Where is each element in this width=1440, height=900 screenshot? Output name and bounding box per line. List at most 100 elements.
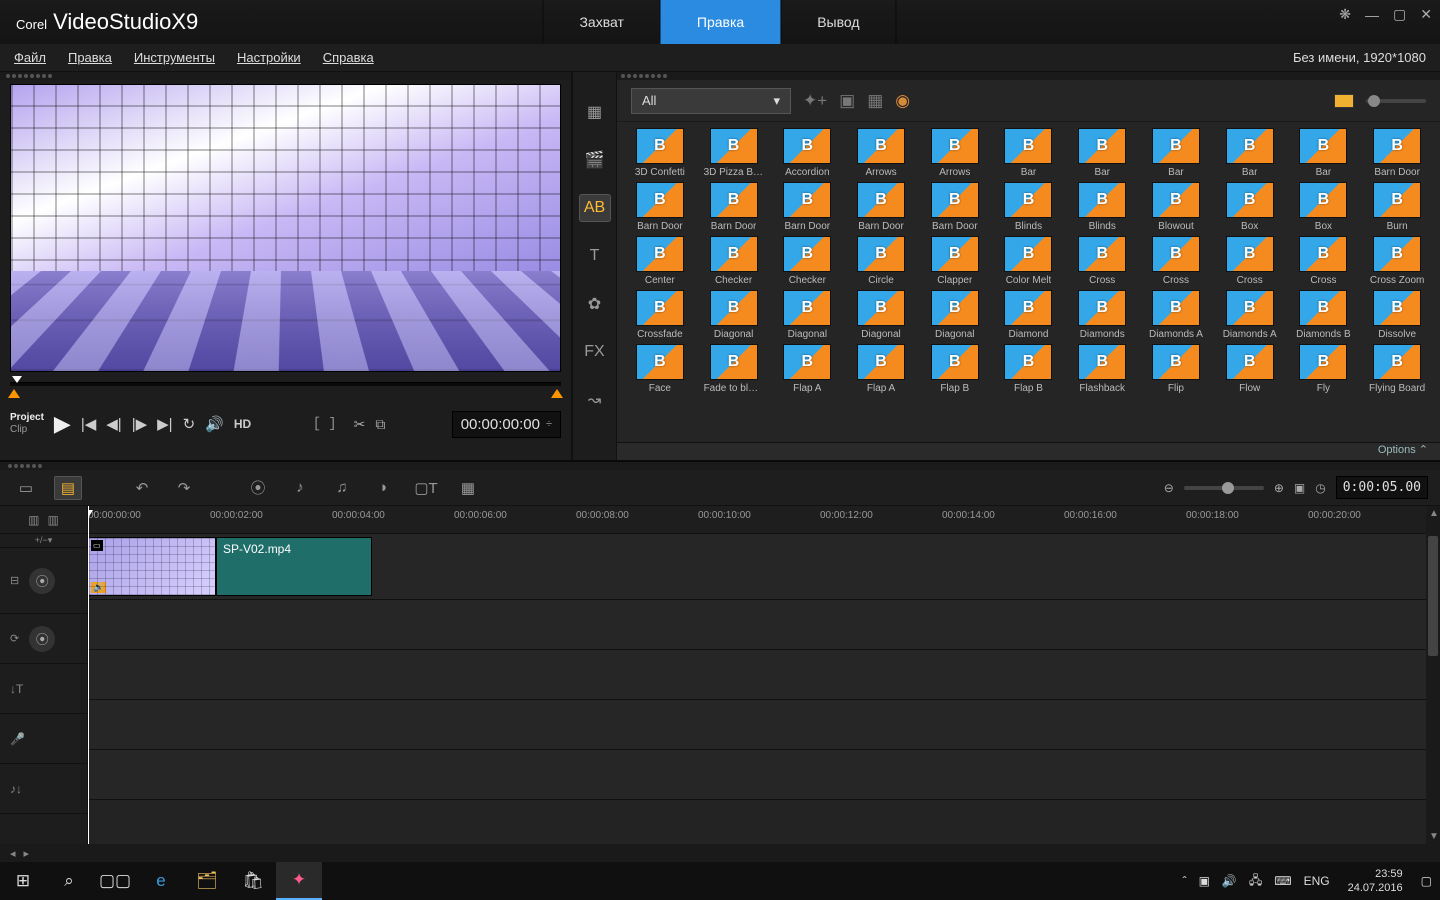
transition-item[interactable]: BBarn Door	[1362, 128, 1432, 178]
minimize-button[interactable]: —	[1365, 7, 1379, 23]
videostudio-taskbar-icon[interactable]: ✦	[276, 862, 322, 900]
transition-item[interactable]: B3D Confetti	[625, 128, 695, 178]
transition-item[interactable]: BBox	[1215, 182, 1285, 232]
motion-button[interactable]: ◗	[370, 476, 398, 500]
transition-item[interactable]: BArrows	[846, 128, 916, 178]
tray-volume-icon[interactable]: 🔊	[1222, 874, 1237, 888]
transition-item[interactable]: BFly	[1289, 344, 1359, 394]
transition-item[interactable]: BBarn Door	[699, 182, 769, 232]
transition-item[interactable]: BFlap B	[994, 344, 1064, 394]
transition-item[interactable]: BFlashback	[1067, 344, 1137, 394]
nav-right-icon[interactable]: ▸	[24, 847, 30, 860]
tray-network-icon[interactable]: 🖧	[1249, 871, 1262, 892]
tray-keyboard-icon[interactable]: ⌨	[1274, 874, 1291, 888]
transition-item[interactable]: BBarn Door	[625, 182, 695, 232]
library-filter-icon[interactable]: FX	[579, 338, 611, 366]
hd-button[interactable]: HD	[234, 417, 251, 431]
nav-left-icon[interactable]: ◂	[10, 847, 16, 860]
title-track-header[interactable]: ↓T	[0, 664, 87, 714]
maximize-button[interactable]: ▢	[1393, 6, 1406, 23]
transition-item[interactable]: BBlinds	[994, 182, 1064, 232]
tab-edit[interactable]: Правка	[660, 0, 781, 44]
start-button[interactable]: ⊞	[0, 862, 46, 900]
transition-item[interactable]: BFace	[625, 344, 695, 394]
transition-item[interactable]: BArrows	[920, 128, 990, 178]
transition-item[interactable]: BDiagonal	[772, 290, 842, 340]
transition-item[interactable]: BFade to black	[699, 344, 769, 394]
end-button[interactable]: ▶|	[157, 415, 172, 433]
voice-track[interactable]	[88, 700, 1440, 750]
transition-item[interactable]: BFlying Board	[1362, 344, 1432, 394]
prev-frame-button[interactable]: ◀|	[106, 415, 121, 433]
playhead[interactable]	[88, 506, 89, 844]
transition-item[interactable]: BBarn Door	[846, 182, 916, 232]
fit-button[interactable]: ▣	[1294, 481, 1305, 495]
video-track[interactable]: ▭ 🔊 SP-V02.mp4	[88, 534, 1440, 600]
menu-help[interactable]: Справка	[323, 50, 374, 65]
apply-current-icon[interactable]: ▣	[839, 91, 855, 111]
storyboard-view-button[interactable]: ▭	[12, 476, 40, 500]
explorer-icon[interactable]: 🗂	[184, 862, 230, 900]
play-button[interactable]: ▶	[54, 411, 71, 437]
tab-capture[interactable]: Захват	[542, 0, 660, 44]
clip-thumbnail[interactable]: ▭ 🔊	[88, 537, 216, 596]
timecode-display[interactable]: 00:00:00:00 ÷	[452, 411, 561, 438]
tracks-toggle2-icon[interactable]: ▥	[48, 513, 59, 527]
timeline-zoom-slider[interactable]	[1184, 486, 1264, 490]
transition-item[interactable]: BBar	[1289, 128, 1359, 178]
transition-item[interactable]: BDiamonds A	[1141, 290, 1211, 340]
tray-expand-icon[interactable]: ˆ	[1183, 874, 1187, 888]
transition-item[interactable]: BDiamonds B	[1289, 290, 1359, 340]
transition-item[interactable]: BBar	[1141, 128, 1211, 178]
favorite-add-icon[interactable]: ✦+	[803, 91, 827, 111]
subtitle-button[interactable]: ▢T	[412, 476, 440, 500]
clip-body[interactable]: SP-V02.mp4	[216, 537, 372, 596]
transition-item[interactable]: BBar	[994, 128, 1064, 178]
multi-view-button[interactable]: ▦	[454, 476, 482, 500]
home-button[interactable]: |◀	[81, 415, 96, 433]
thumbnail-view-icon[interactable]	[1334, 94, 1354, 108]
library-graphic-icon[interactable]: ✿	[579, 290, 611, 318]
category-dropdown[interactable]: All ▾	[631, 88, 791, 114]
tray-notifications-icon[interactable]: ▢	[1421, 874, 1432, 888]
volume-icon[interactable]: 🔊	[205, 415, 224, 433]
transition-item[interactable]: BBarn Door	[772, 182, 842, 232]
transition-item[interactable]: BDissolve	[1362, 290, 1432, 340]
library-title-icon[interactable]: T	[579, 242, 611, 270]
auto-music-button[interactable]: ♫	[328, 476, 356, 500]
snapshot-button[interactable]: ⧉	[375, 416, 385, 433]
library-instant-icon[interactable]: 🎬	[579, 146, 611, 174]
timeline-vscroll[interactable]: ▲ ▼	[1426, 506, 1440, 844]
transition-item[interactable]: BDiagonal	[920, 290, 990, 340]
transition-item[interactable]: BBox	[1289, 182, 1359, 232]
mark-out-icon[interactable]	[551, 389, 563, 398]
split-button[interactable]: ✂	[354, 416, 366, 433]
preview-monitor[interactable]	[10, 84, 561, 372]
audio-mixer-button[interactable]: ♪	[286, 476, 314, 500]
random-icon[interactable]: ◉	[895, 91, 910, 111]
transition-item[interactable]: BCircle	[846, 236, 916, 286]
transition-item[interactable]: BBlowout	[1141, 182, 1211, 232]
tracks-toggle-icon[interactable]: ▥	[28, 513, 39, 527]
menu-settings[interactable]: Настройки	[237, 50, 301, 65]
transition-item[interactable]: BAccordion	[772, 128, 842, 178]
overlay-track-header[interactable]: ⟳⦿	[0, 614, 87, 664]
transition-item[interactable]: BBar	[1067, 128, 1137, 178]
close-button[interactable]: ✕	[1420, 6, 1432, 23]
transition-item[interactable]: BFlap A	[846, 344, 916, 394]
thumbnail-zoom-slider[interactable]	[1366, 99, 1426, 103]
transition-item[interactable]: BCross	[1289, 236, 1359, 286]
music-track-header[interactable]: ♪↓	[0, 764, 87, 814]
transition-item[interactable]: B3D Pizza Bo…	[699, 128, 769, 178]
transition-item[interactable]: BCross	[1215, 236, 1285, 286]
transition-item[interactable]: BCross Zoom	[1362, 236, 1432, 286]
store-icon[interactable]: 🛍	[230, 862, 276, 900]
voice-track-header[interactable]: 🎤	[0, 714, 87, 764]
mark-in-icon[interactable]	[8, 389, 20, 398]
video-track-header[interactable]: ⊟⦿	[0, 548, 87, 614]
transition-item[interactable]: BCenter	[625, 236, 695, 286]
timeline-view-button[interactable]: ▤	[54, 476, 82, 500]
transition-item[interactable]: BDiamonds A	[1215, 290, 1285, 340]
library-media-icon[interactable]: ▦	[579, 98, 611, 126]
menu-edit[interactable]: Правка	[68, 50, 112, 65]
